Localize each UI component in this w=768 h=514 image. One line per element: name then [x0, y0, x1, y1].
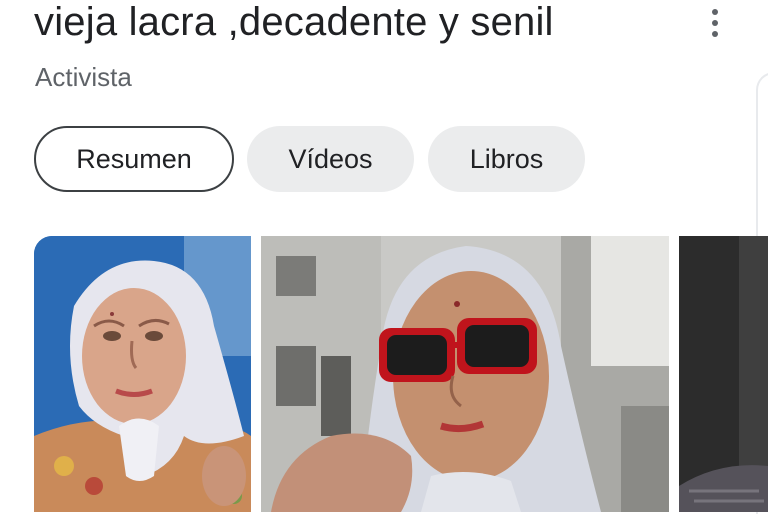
photo-woman-red-sunglasses — [261, 236, 669, 512]
image-result-1[interactable] — [34, 236, 251, 512]
image-result-3[interactable] — [679, 236, 768, 512]
image-result-2[interactable] — [261, 236, 669, 512]
tab-resumen[interactable]: Resumen — [34, 126, 234, 192]
tab-libros[interactable]: Libros — [428, 126, 585, 192]
tab-videos[interactable]: Vídeos — [247, 126, 414, 192]
page-title: vieja lacra ,decadente y senil — [34, 0, 554, 44]
more-vert-icon[interactable] — [700, 6, 730, 40]
entity-subtitle: Activista — [35, 62, 132, 92]
photo-woman-white-headscarf — [34, 236, 251, 512]
photo-partial-dark — [679, 236, 768, 512]
